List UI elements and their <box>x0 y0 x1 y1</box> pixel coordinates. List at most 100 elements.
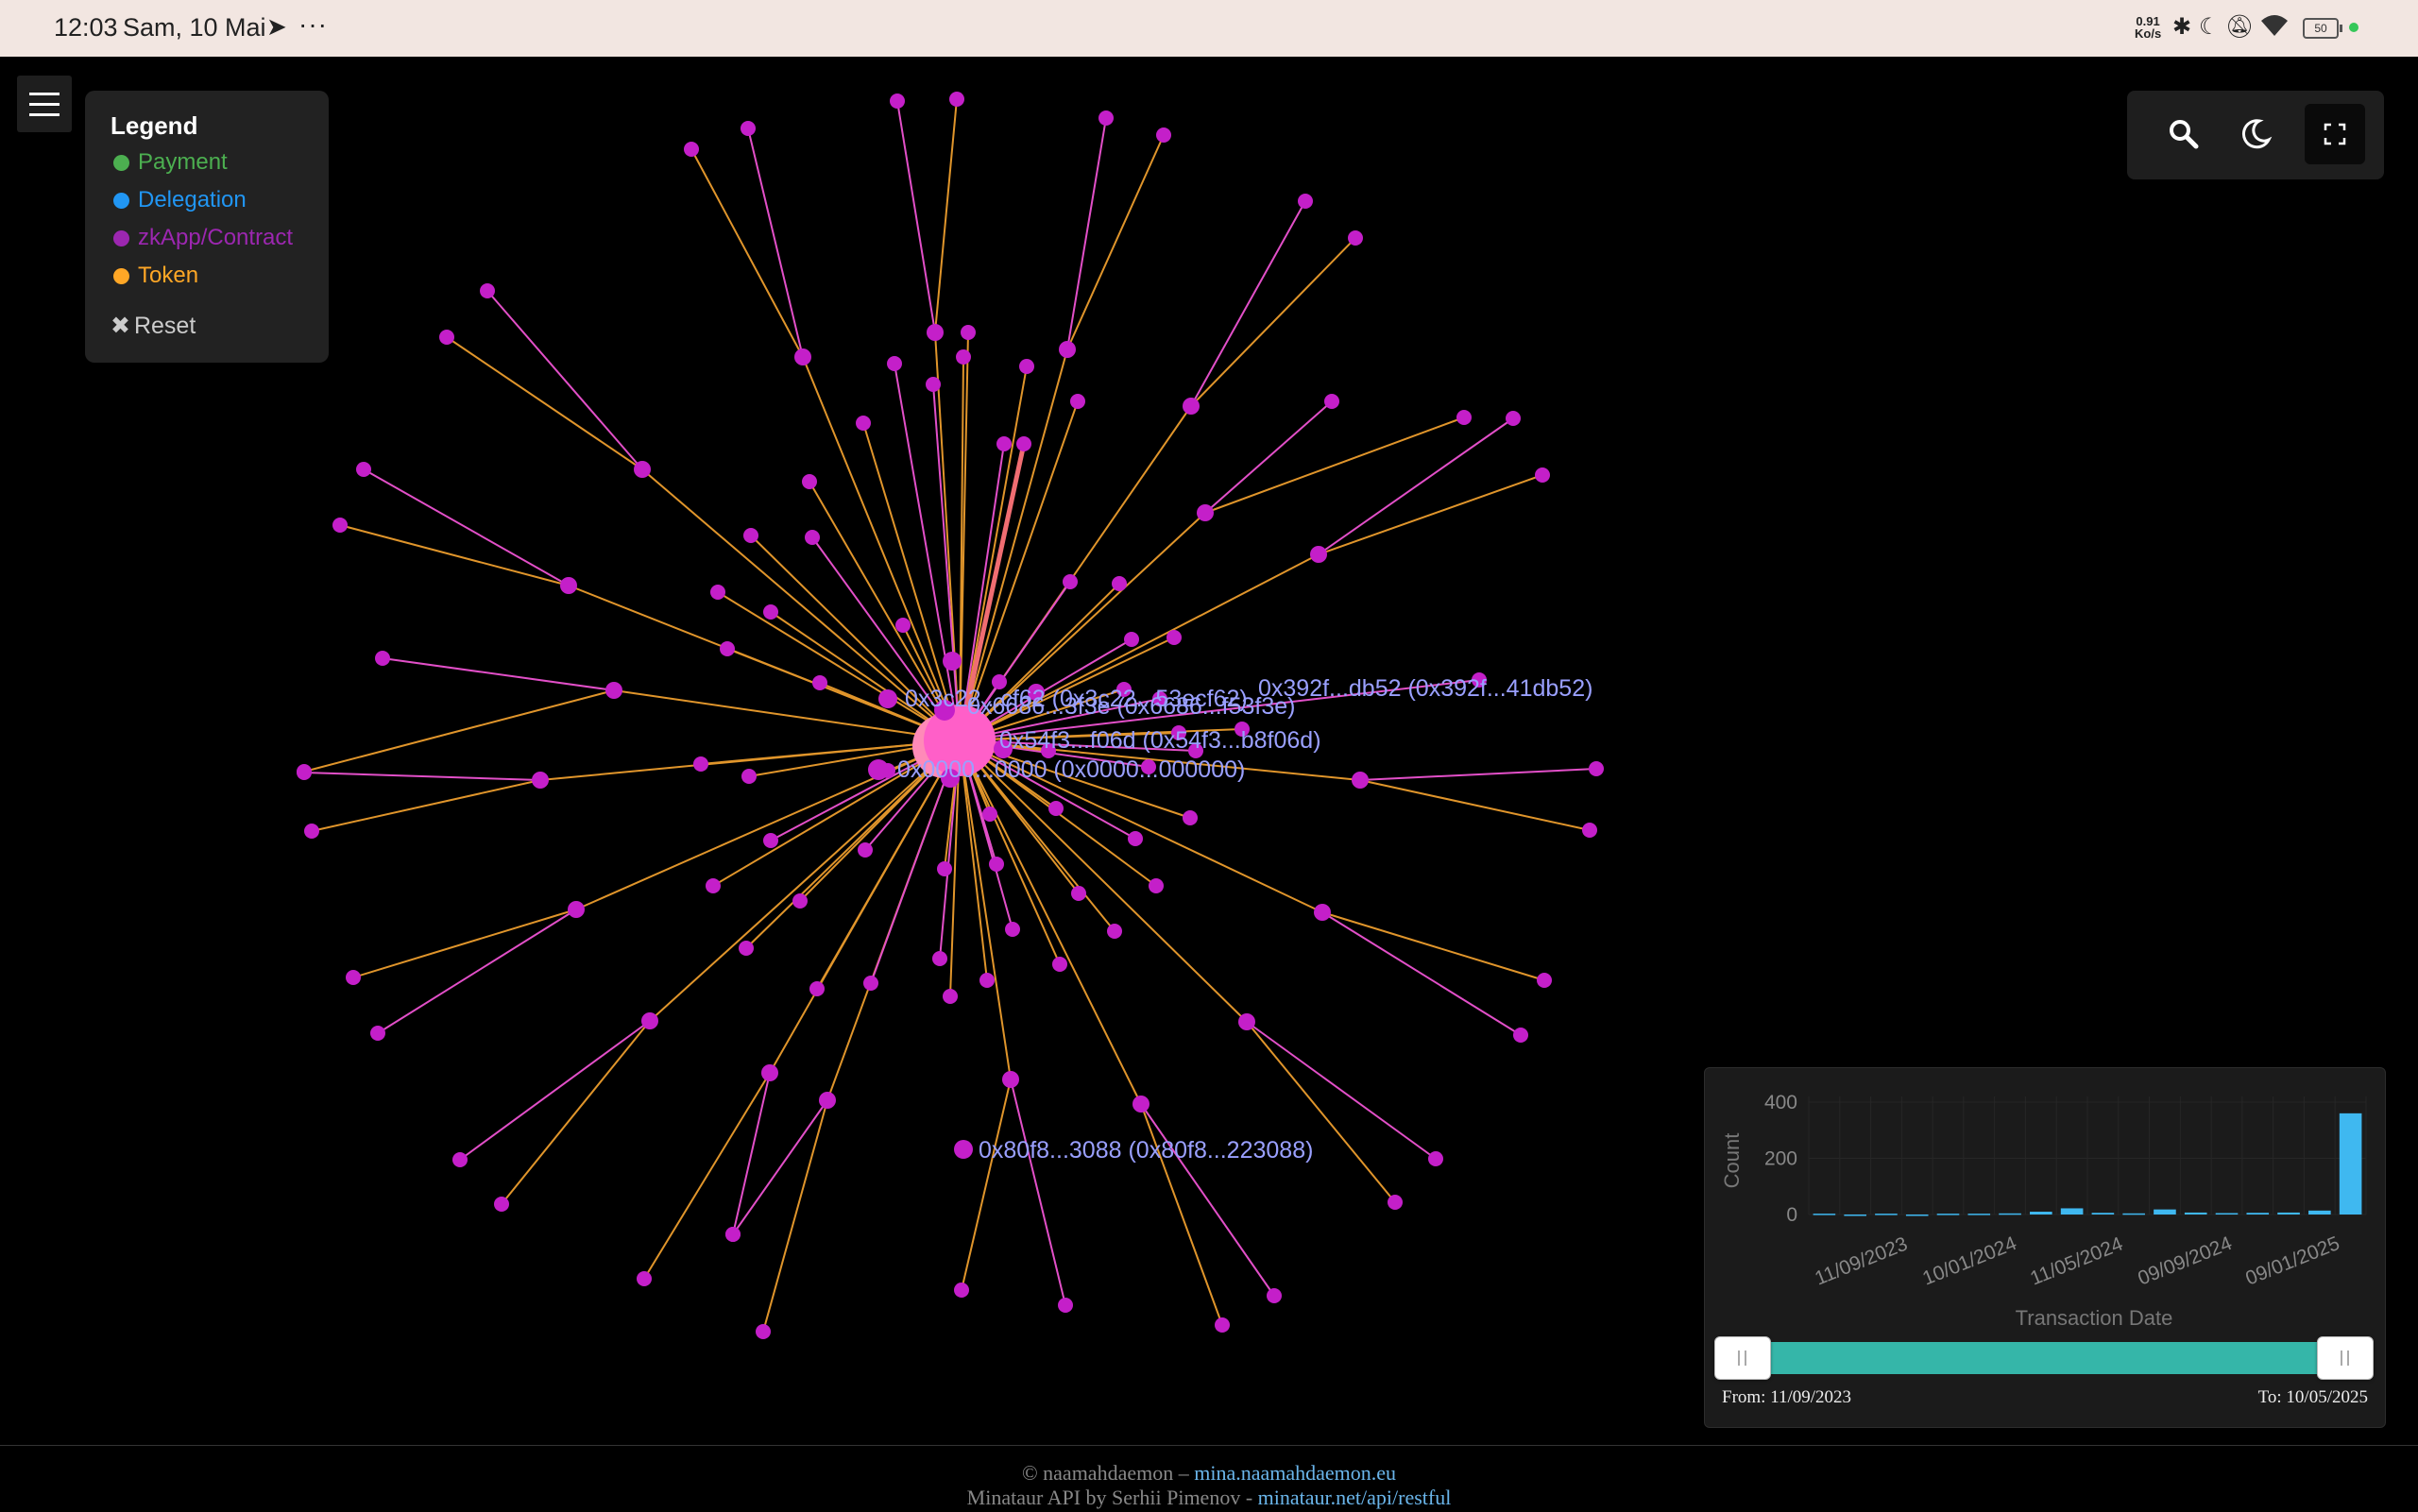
graph-leaf-node[interactable] <box>1149 878 1164 893</box>
graph-leaf-node[interactable] <box>637 1271 652 1286</box>
histogram-bar[interactable] <box>2091 1213 2115 1215</box>
graph-hub-node[interactable] <box>954 1140 973 1159</box>
histogram-bar[interactable] <box>1905 1215 1929 1216</box>
histogram-bar[interactable] <box>1936 1214 1960 1215</box>
graph-node[interactable] <box>605 682 622 699</box>
graph-leaf-node[interactable] <box>1063 574 1078 589</box>
graph-leaf-node[interactable] <box>1019 359 1034 374</box>
graph-leaf-node[interactable] <box>1124 632 1139 647</box>
graph-leaf-node[interactable] <box>954 1283 969 1298</box>
graph-leaf-node[interactable] <box>763 604 778 620</box>
graph-node[interactable] <box>927 324 944 341</box>
graph-leaf-node[interactable] <box>693 756 708 772</box>
graph-leaf-node[interactable] <box>1215 1317 1230 1333</box>
graph-leaf-node[interactable] <box>961 325 976 340</box>
graph-leaf-node[interactable] <box>1071 886 1086 901</box>
graph-leaf-node[interactable] <box>863 976 878 991</box>
date-range-end-handle[interactable] <box>2317 1336 2374 1380</box>
graph-leaf-node[interactable] <box>710 585 725 600</box>
histogram-bar[interactable] <box>1813 1214 1836 1215</box>
graph-leaf-node[interactable] <box>949 92 964 107</box>
graph-node[interactable] <box>1132 1096 1149 1113</box>
graph-leaf-node[interactable] <box>802 474 817 489</box>
graph-node[interactable] <box>568 901 585 918</box>
graph-leaf-node[interactable] <box>684 142 699 157</box>
graph-leaf-node[interactable] <box>926 377 941 392</box>
graph-leaf-node[interactable] <box>1183 810 1198 825</box>
graph-leaf-node[interactable] <box>1098 110 1114 126</box>
histogram-bar[interactable] <box>2215 1213 2239 1215</box>
histogram-bar[interactable] <box>2184 1212 2207 1215</box>
histogram-bar[interactable] <box>1967 1214 1991 1215</box>
graph-leaf-node[interactable] <box>982 807 997 822</box>
date-range-start-handle[interactable] <box>1714 1336 1771 1380</box>
histogram-bar[interactable] <box>1999 1213 2021 1215</box>
graph-leaf-node[interactable] <box>1535 467 1550 483</box>
graph-leaf-node[interactable] <box>346 970 361 985</box>
graph-node[interactable] <box>1002 1071 1019 1088</box>
graph-leaf-node[interactable] <box>494 1197 509 1212</box>
graph-leaf-node[interactable] <box>1005 922 1020 937</box>
graph-hub-node[interactable] <box>878 689 897 708</box>
graph-node[interactable] <box>1197 504 1214 521</box>
graph-leaf-node[interactable] <box>989 857 1004 872</box>
graph-leaf-node[interactable] <box>996 436 1012 451</box>
graph-leaf-node[interactable] <box>741 121 756 136</box>
graph-leaf-node[interactable] <box>356 462 371 477</box>
graph-leaf-node[interactable] <box>375 651 390 666</box>
histogram-bar[interactable] <box>2060 1208 2084 1215</box>
histogram-bar[interactable] <box>2154 1209 2176 1215</box>
graph-leaf-node[interactable] <box>439 330 454 345</box>
histogram-bar[interactable] <box>2339 1113 2362 1215</box>
histogram-bar[interactable] <box>2308 1210 2331 1215</box>
graph-node[interactable] <box>634 461 651 478</box>
graph-leaf-node[interactable] <box>304 824 319 839</box>
graph-leaf-node[interactable] <box>297 765 312 780</box>
graph-leaf-node[interactable] <box>763 833 778 848</box>
graph-leaf-node[interactable] <box>858 842 873 858</box>
graph-node[interactable] <box>1310 546 1327 563</box>
graph-leaf-node[interactable] <box>1456 410 1472 425</box>
graph-leaf-node[interactable] <box>1324 394 1339 409</box>
graph-leaf-node[interactable] <box>1267 1288 1282 1303</box>
graph-node[interactable] <box>1238 1013 1255 1030</box>
graph-leaf-node[interactable] <box>1537 973 1552 988</box>
graph-node[interactable] <box>1352 772 1369 789</box>
graph-leaf-node[interactable] <box>1107 924 1122 939</box>
graph-leaf-node[interactable] <box>890 93 905 109</box>
date-range-slider-track[interactable] <box>1724 1342 2364 1374</box>
graph-leaf-node[interactable] <box>480 283 495 298</box>
graph-leaf-node[interactable] <box>887 356 902 371</box>
graph-leaf-node[interactable] <box>1052 957 1067 972</box>
graph-leaf-node[interactable] <box>895 618 911 633</box>
graph-hub-node[interactable] <box>868 759 889 780</box>
graph-node[interactable] <box>794 348 811 365</box>
graph-leaf-node[interactable] <box>1582 823 1597 838</box>
graph-node[interactable] <box>819 1092 836 1109</box>
graph-leaf-node[interactable] <box>743 528 758 543</box>
graph-leaf-node[interactable] <box>812 675 827 690</box>
graph-leaf-node[interactable] <box>943 989 958 1004</box>
graph-node[interactable] <box>560 577 577 594</box>
graph-leaf-node[interactable] <box>1058 1298 1073 1313</box>
graph-node[interactable] <box>761 1064 778 1081</box>
histogram-bar[interactable] <box>2246 1213 2270 1215</box>
graph-leaf-node[interactable] <box>756 1324 771 1339</box>
graph-leaf-node[interactable] <box>932 951 947 966</box>
graph-leaf-node[interactable] <box>792 893 808 909</box>
graph-leaf-node[interactable] <box>1388 1195 1403 1210</box>
graph-leaf-node[interactable] <box>452 1152 468 1167</box>
graph-leaf-node[interactable] <box>1016 436 1031 451</box>
graph-leaf-node[interactable] <box>979 973 995 988</box>
histogram-bar[interactable] <box>2277 1212 2300 1215</box>
graph-node[interactable] <box>1183 398 1200 415</box>
graph-leaf-node[interactable] <box>1428 1151 1443 1166</box>
graph-leaf-node[interactable] <box>1112 576 1127 591</box>
graph-leaf-node[interactable] <box>725 1227 741 1242</box>
graph-leaf-node[interactable] <box>1348 230 1363 246</box>
graph-node[interactable] <box>641 1012 658 1029</box>
graph-leaf-node[interactable] <box>856 416 871 431</box>
graph-hub-node[interactable] <box>943 652 962 671</box>
graph-leaf-node[interactable] <box>1298 194 1313 209</box>
graph-leaf-node[interactable] <box>1156 127 1171 143</box>
